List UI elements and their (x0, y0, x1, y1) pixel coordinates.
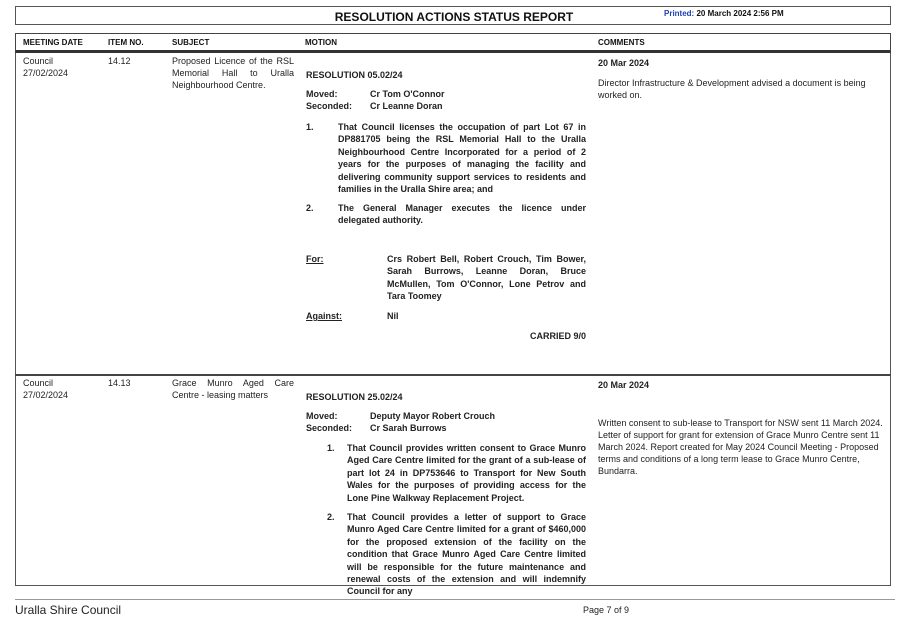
seconded-by: Cr Leanne Doran (370, 101, 443, 111)
votes-for: Crs Robert Bell, Robert Crouch, Tim Bowe… (387, 254, 586, 302)
moved-label: Moved: (306, 411, 338, 421)
motion-point-text: The General Manager executes the licence… (338, 203, 586, 226)
footer-divider (15, 599, 895, 600)
column-header-motion: MOTION (305, 38, 337, 47)
printed-value: 20 March 2024 2:56 PM (696, 9, 784, 18)
meeting-date: 27/02/2024 (23, 390, 69, 400)
item-number: 14.13 (108, 378, 131, 388)
motion-point-text: That Council provides a letter of suppor… (347, 512, 586, 597)
seconded-label: Seconded: (306, 101, 353, 111)
subject: Proposed Licence of the RSL Memorial Hal… (172, 56, 294, 90)
carried-status: CARRIED 9/0 (529, 331, 586, 341)
motion-point-number: 1. (327, 443, 335, 453)
motion-point-number: 1. (306, 122, 314, 132)
table-header: MEETING DATE ITEM NO. SUBJECT MOTION COM… (15, 33, 891, 53)
votes-for-label: For: (306, 254, 324, 264)
comment-date: 20 Mar 2024 (598, 58, 650, 68)
motion-point-text: That Council provides written consent to… (347, 443, 586, 503)
page-number: Page 7 of 9 (583, 605, 630, 615)
meeting-type: Council (23, 56, 54, 66)
motion-point-number: 2. (327, 512, 335, 522)
item-number: 14.12 (108, 56, 131, 66)
votes-against: Nil (387, 311, 399, 321)
column-header-subject: SUBJECT (172, 38, 210, 47)
comment-text: Director Infrastructure & Development ad… (598, 78, 866, 100)
table-row: Council 27/02/2024 14.13 Grace Munro Age… (15, 376, 891, 596)
column-header-comments: COMMENTS (598, 38, 645, 47)
printed-timestamp: Printed: 20 March 2024 2:56 PM (664, 9, 784, 18)
votes-against-label: Against: (306, 311, 342, 321)
column-header-item-no: ITEM NO. (108, 38, 144, 47)
meeting-type: Council (23, 378, 54, 388)
moved-by: Cr Tom O'Connor (370, 89, 445, 99)
seconded-label: Seconded: (306, 423, 353, 433)
motion-point-number: 2. (306, 203, 314, 213)
subject: Grace Munro Aged Care Centre - leasing m… (172, 378, 294, 400)
resolution-number: RESOLUTION 05.02/24 (306, 70, 403, 80)
motion-point-text: That Council licenses the occupation of … (338, 122, 586, 195)
moved-by: Deputy Mayor Robert Crouch (370, 411, 496, 421)
footer-organisation: Uralla Shire Council (15, 603, 122, 617)
column-header-meeting-date: MEETING DATE (23, 38, 83, 47)
meeting-date: 27/02/2024 (23, 68, 69, 78)
seconded-by: Cr Sarah Burrows (370, 423, 447, 433)
moved-label: Moved: (306, 89, 338, 99)
comment-text: Written consent to sub-lease to Transpor… (598, 418, 883, 476)
comment-date: 20 Mar 2024 (598, 380, 650, 390)
resolution-number: RESOLUTION 25.02/24 (306, 392, 403, 402)
table-row: Council 27/02/2024 14.12 Proposed Licenc… (15, 53, 891, 375)
printed-label: Printed: (664, 9, 695, 18)
